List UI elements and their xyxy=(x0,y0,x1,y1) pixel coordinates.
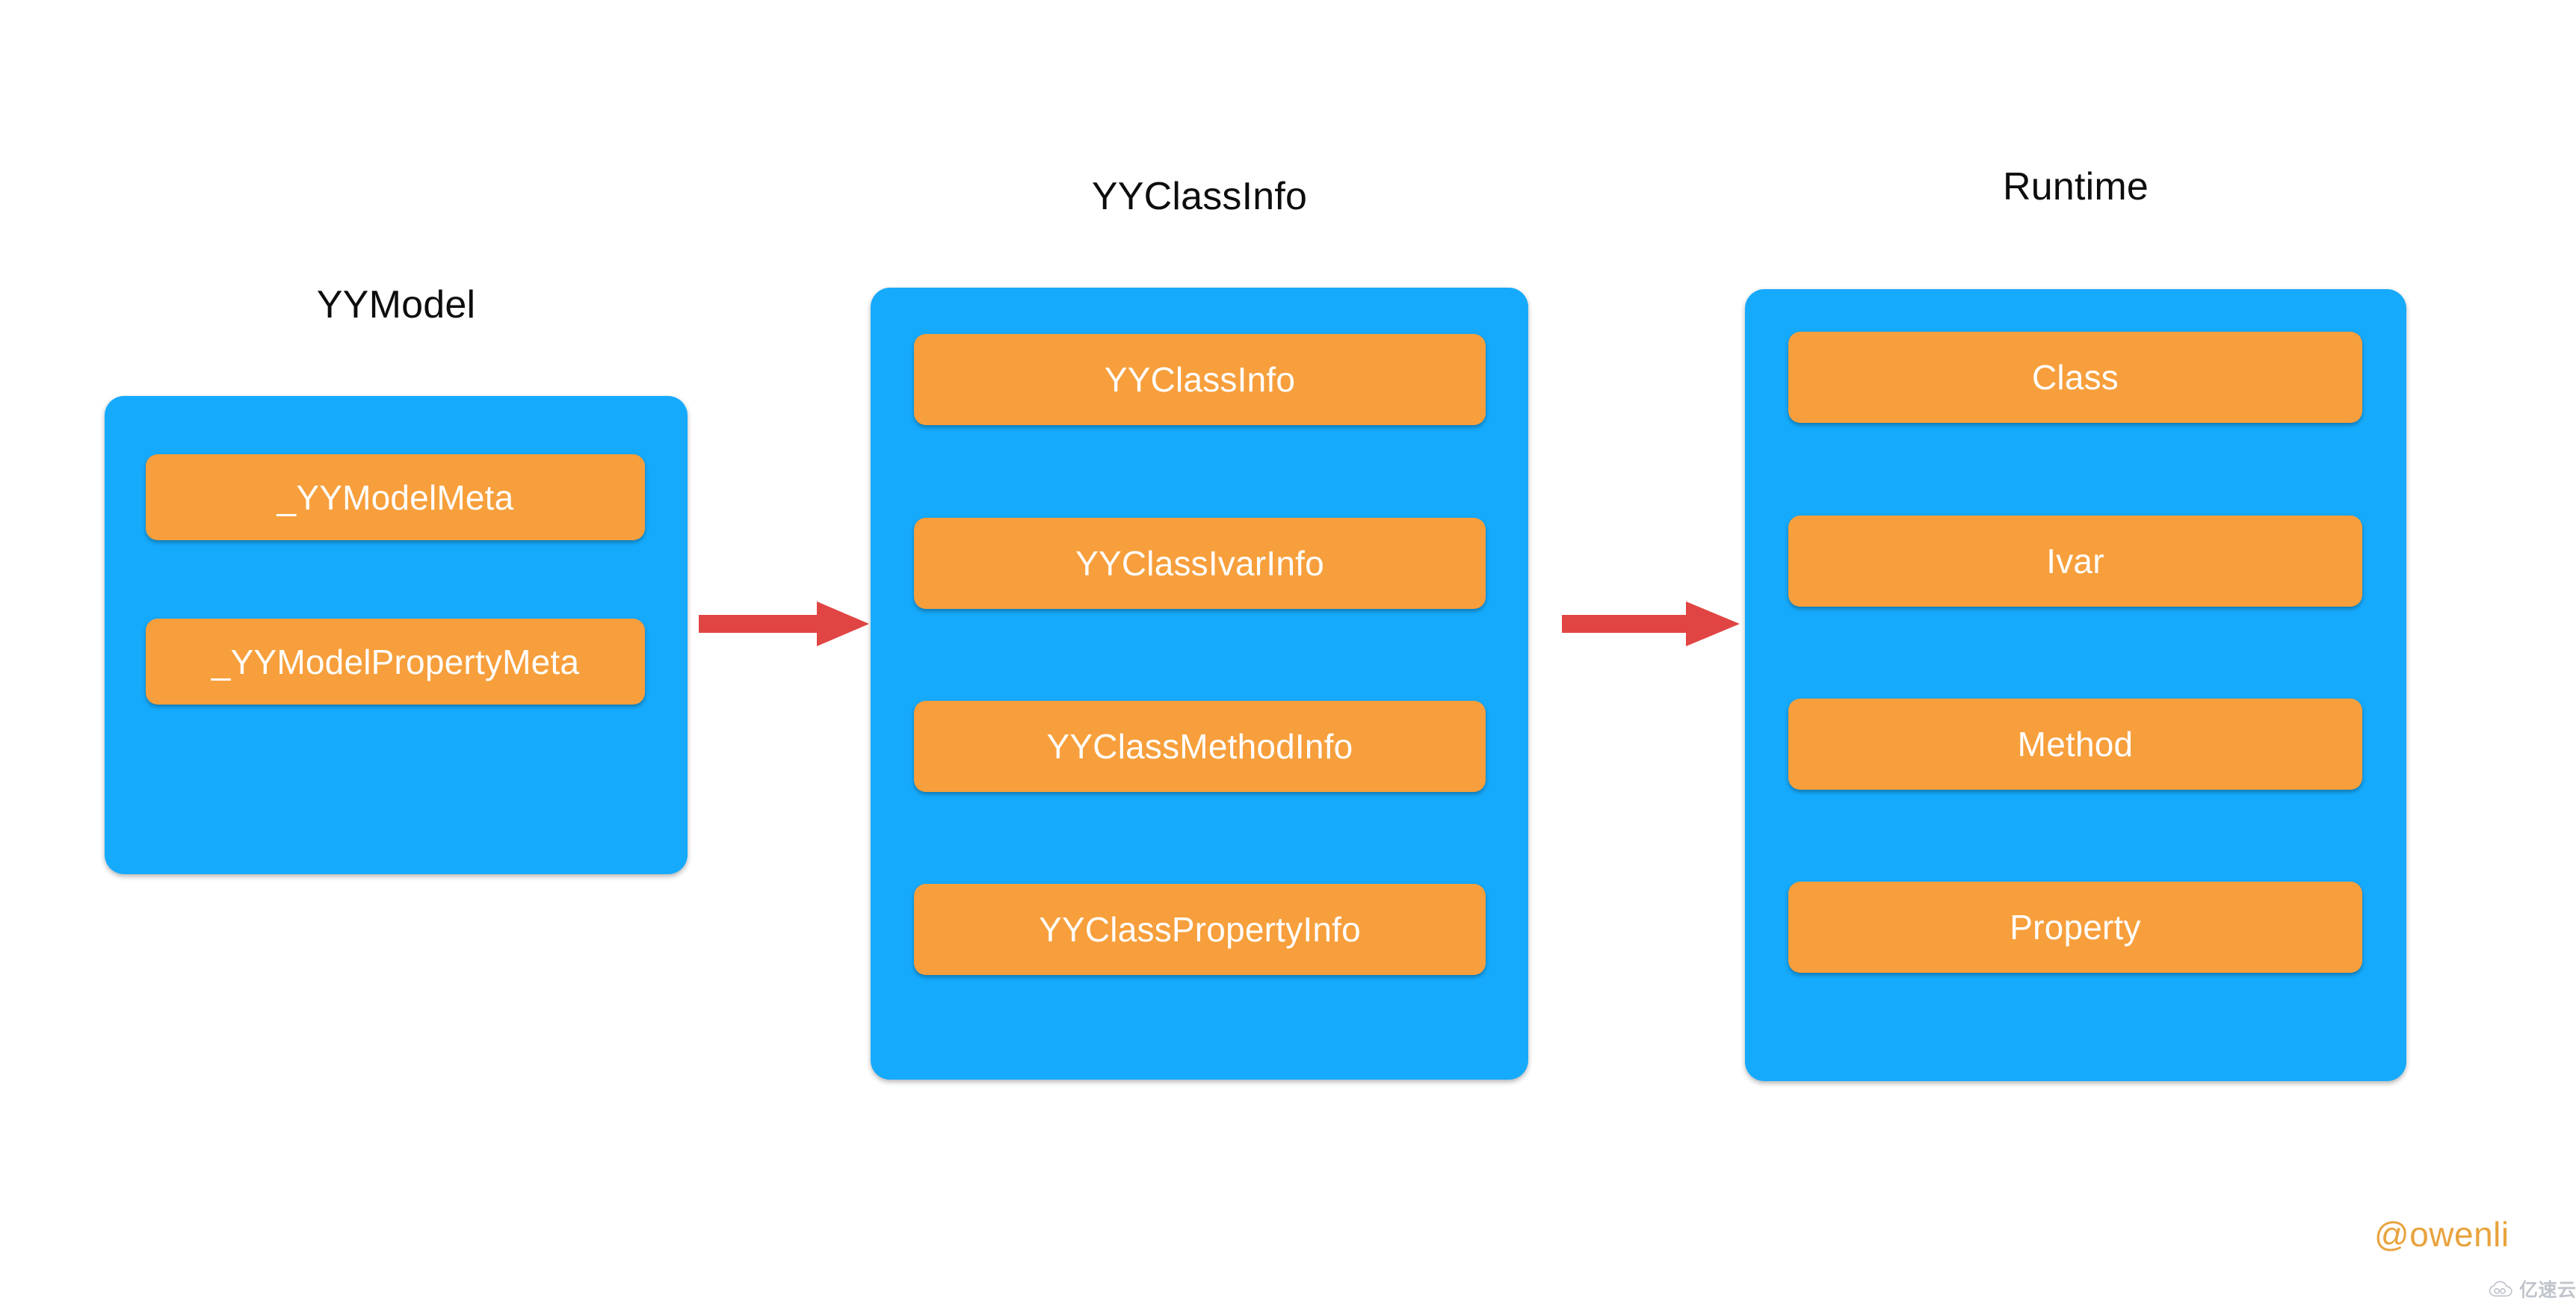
arrow-right-icon xyxy=(699,601,869,646)
item-label: _YYModelPropertyMeta xyxy=(211,642,580,681)
group-runtime: Runtime Class Ivar Method Property xyxy=(1745,165,2406,1083)
item-label: Ivar xyxy=(2046,542,2104,581)
brand-watermark: 亿速云 xyxy=(2489,1275,2576,1302)
group-title-yyclassinfo: YYClassInfo xyxy=(1091,175,1308,218)
item-box[interactable]: YYClassInfo xyxy=(914,334,1486,425)
item-box[interactable]: _YYModelMeta xyxy=(146,454,645,540)
item-box[interactable]: YYClassMethodInfo xyxy=(914,701,1486,792)
arrow-yyclassinfo-to-runtime xyxy=(1562,594,1741,654)
item-label: _YYModelMeta xyxy=(277,477,514,517)
arrow-right-icon xyxy=(1562,601,1740,646)
brand-watermark-text: 亿速云 xyxy=(2519,1280,2576,1301)
cloud-icon xyxy=(2489,1281,2512,1297)
item-box[interactable]: Method xyxy=(1788,699,2362,790)
arrow-yymodel-to-yyclassinfo xyxy=(699,594,871,654)
item-box[interactable]: YYClassPropertyInfo xyxy=(914,884,1486,975)
panel-yyclassinfo: YYClassInfo YYClassIvarInfo YYClassMetho… xyxy=(871,288,1528,1080)
item-label: YYClassMethodInfo xyxy=(1046,727,1353,766)
panel-yymodel: _YYModelMeta _YYModelPropertyMeta xyxy=(105,396,688,874)
diagram-canvas: YYModel _YYModelMeta _YYModelPropertyMet… xyxy=(0,0,2576,1309)
author-handle-watermark: @owenli xyxy=(2374,1215,2509,1254)
group-yyclassinfo: YYClassInfo YYClassInfo YYClassIvarInfo … xyxy=(871,175,1528,1083)
item-box[interactable]: YYClassIvarInfo xyxy=(914,518,1486,609)
item-label: Property xyxy=(2010,908,2141,947)
item-box[interactable]: Class xyxy=(1788,332,2362,423)
item-label: YYClassPropertyInfo xyxy=(1039,910,1361,949)
group-title-runtime: Runtime xyxy=(2002,165,2149,208)
panel-runtime: Class Ivar Method Property xyxy=(1745,289,2406,1081)
item-label: YYClassInfo xyxy=(1104,360,1296,399)
item-box[interactable]: Ivar xyxy=(1788,516,2362,607)
item-label: Method xyxy=(2017,725,2134,764)
group-title-yymodel: YYModel xyxy=(316,283,476,327)
item-label: YYClassIvarInfo xyxy=(1075,544,1324,583)
item-box[interactable]: _YYModelPropertyMeta xyxy=(146,619,645,705)
item-label: Class xyxy=(2031,358,2119,397)
item-box[interactable]: Property xyxy=(1788,882,2362,973)
group-yymodel: YYModel _YYModelMeta _YYModelPropertyMet… xyxy=(105,283,688,874)
